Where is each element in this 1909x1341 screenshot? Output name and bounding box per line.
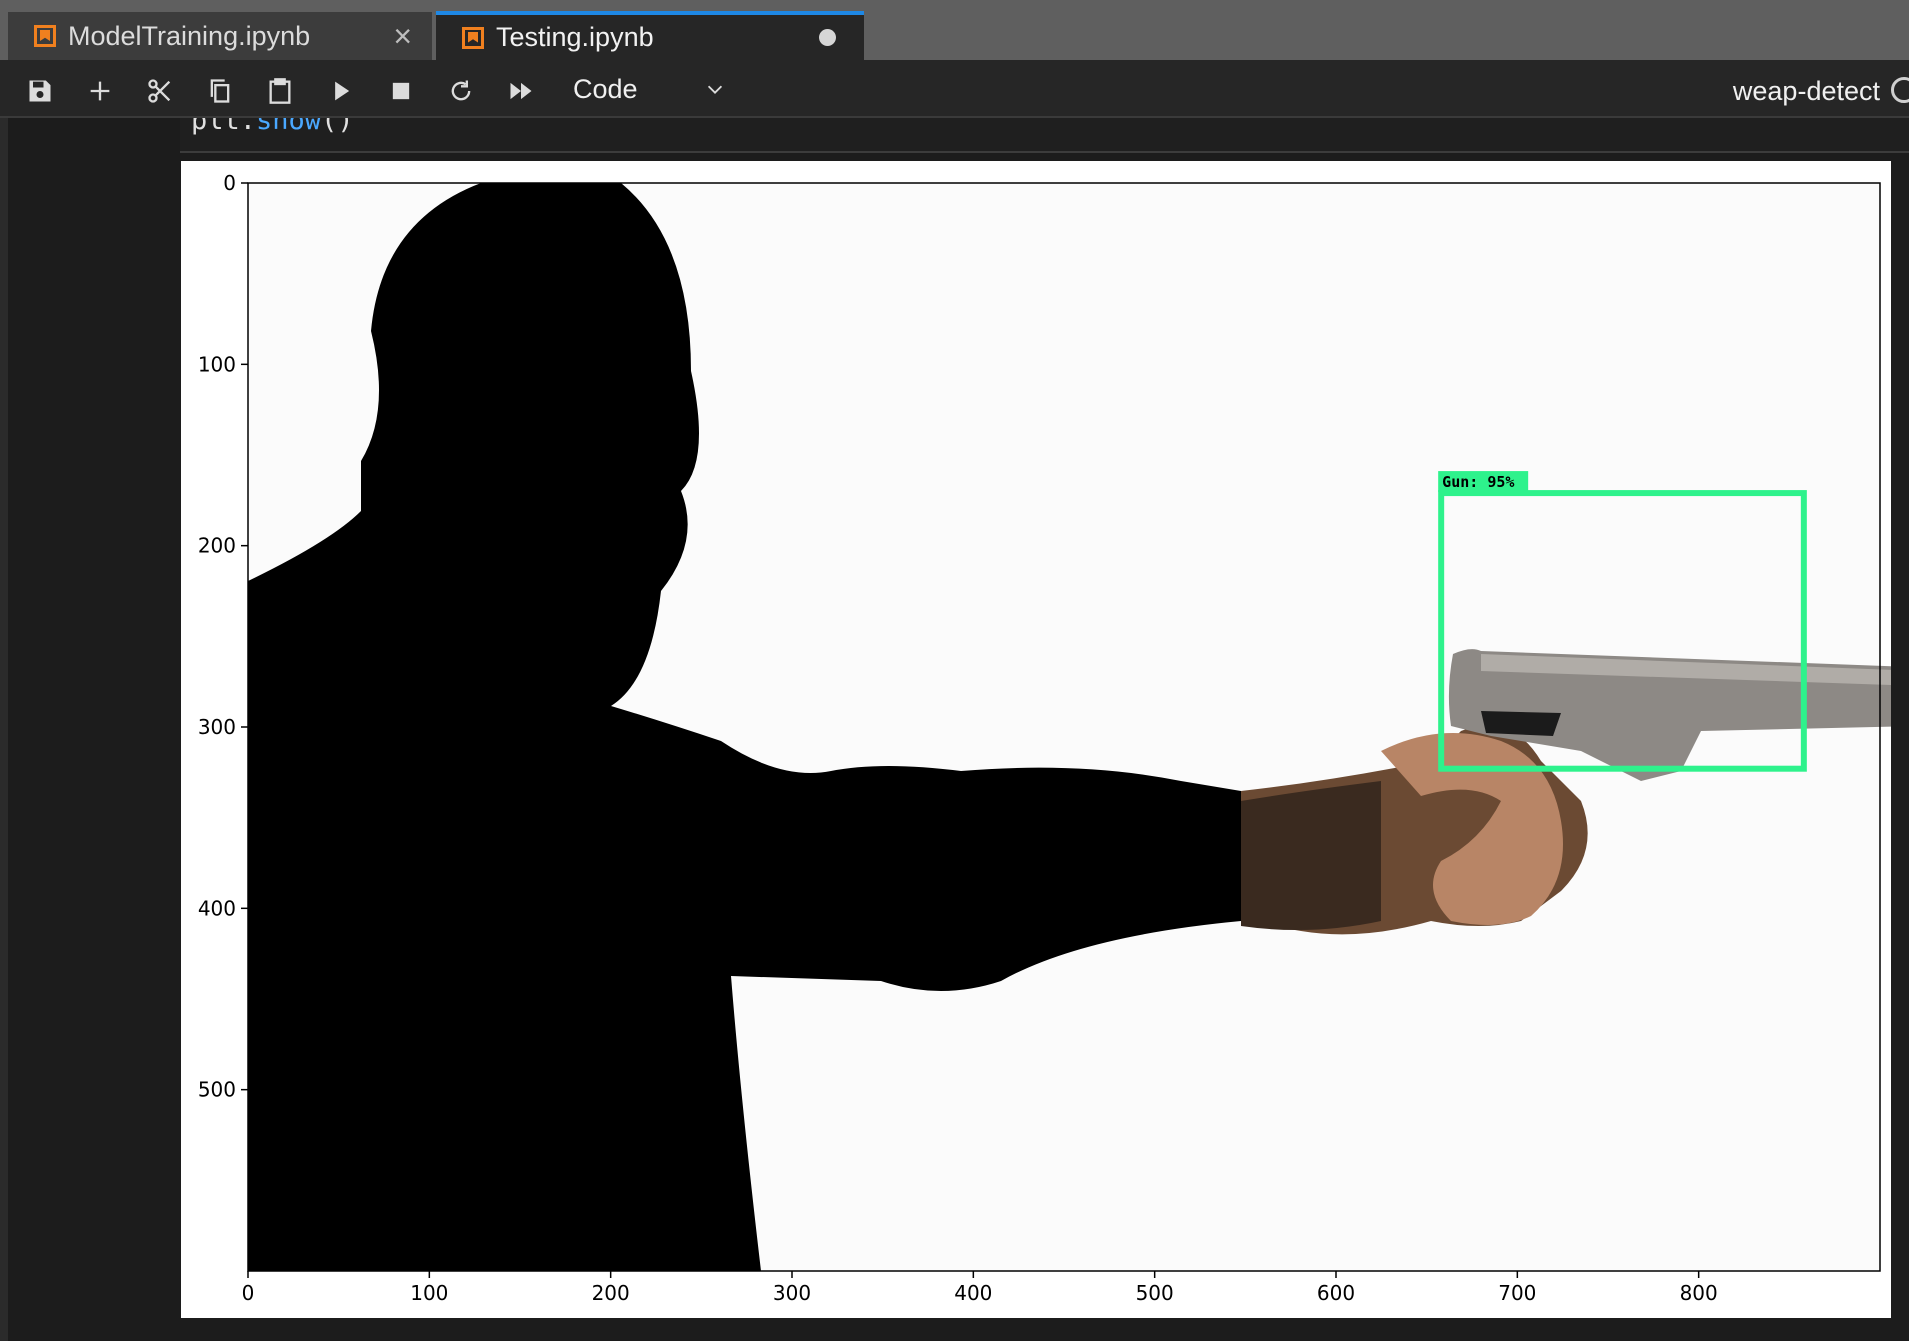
- kernel-name[interactable]: weap-detect: [1733, 76, 1880, 107]
- add-cell-button[interactable]: [83, 74, 117, 108]
- x-tick-label: 300: [773, 1281, 811, 1305]
- chevron-down-icon: [707, 85, 723, 94]
- x-tick-label: 100: [410, 1281, 448, 1305]
- y-axis: 0 100 200 300 400 500: [198, 171, 248, 1102]
- x-tick-label: 600: [1317, 1281, 1355, 1305]
- cut-button[interactable]: [143, 74, 177, 108]
- copy-icon: [210, 79, 230, 103]
- tab-label: Testing.ipynb: [496, 22, 654, 52]
- paste-button[interactable]: [263, 74, 297, 108]
- x-tick-label: 400: [954, 1281, 992, 1305]
- cut-icon: [148, 79, 171, 103]
- stop-icon: [392, 82, 410, 100]
- run-button[interactable]: [324, 74, 358, 108]
- notebook-toolbar: Code weap-detect: [0, 60, 1909, 118]
- y-tick-label: 300: [198, 715, 236, 739]
- x-tick-label: 700: [1498, 1281, 1536, 1305]
- run-icon: [335, 81, 350, 101]
- y-tick-label: 200: [198, 534, 236, 558]
- x-tick-label: 200: [592, 1281, 630, 1305]
- copy-button[interactable]: [203, 74, 237, 108]
- cell-output: Gun: 95% 0 100 200 300 400 500 600 700 800 0 100 2…: [181, 161, 1891, 1318]
- notebook-icon: [34, 25, 56, 47]
- run-all-button[interactable]: [504, 74, 538, 108]
- add-cell-icon: [90, 81, 110, 101]
- detection-label: Gun: 95%: [1442, 473, 1514, 491]
- x-axis: 0 100 200 300 400 500 600 700 800: [242, 1271, 1718, 1305]
- code-function: show: [256, 118, 322, 136]
- cell-type-dropdown[interactable]: Code: [560, 70, 740, 108]
- y-tick-label: 400: [198, 896, 236, 920]
- y-tick-label: 0: [223, 171, 236, 195]
- x-tick-label: 0: [242, 1281, 255, 1305]
- save-button[interactable]: [23, 74, 57, 108]
- stop-button[interactable]: [384, 74, 418, 108]
- y-tick-label: 100: [198, 352, 236, 376]
- paste-icon: [269, 78, 291, 104]
- unsaved-dot-icon[interactable]: [819, 29, 836, 46]
- notebook-icon: [462, 26, 484, 49]
- image-plot: Gun: 95% 0 100 200 300 400 500 600 700 800 0 100 2…: [198, 171, 1891, 1305]
- close-icon[interactable]: ×: [393, 20, 412, 52]
- restart-button[interactable]: [444, 74, 478, 108]
- tab-bar: ModelTraining.ipynb × Testing.ipynb: [0, 0, 1909, 60]
- y-tick-label: 500: [198, 1078, 236, 1102]
- restart-icon: [451, 80, 471, 101]
- left-gutter: [0, 118, 8, 1341]
- code-object: plt.: [191, 118, 257, 136]
- code-cell[interactable]: plt.show(): [180, 118, 1909, 153]
- x-tick-label: 800: [1680, 1281, 1718, 1305]
- code-line: plt.show(): [191, 118, 354, 136]
- tab-testing[interactable]: Testing.ipynb: [436, 11, 864, 60]
- save-icon: [29, 80, 51, 102]
- code-parens: (): [321, 118, 354, 136]
- cell-type-value: Code: [573, 73, 638, 104]
- run-all-icon: [510, 82, 532, 100]
- tab-model-training[interactable]: ModelTraining.ipynb ×: [8, 12, 432, 60]
- x-tick-label: 500: [1136, 1281, 1174, 1305]
- kernel-status-icon: [1891, 77, 1909, 103]
- tab-label: ModelTraining.ipynb: [68, 20, 311, 51]
